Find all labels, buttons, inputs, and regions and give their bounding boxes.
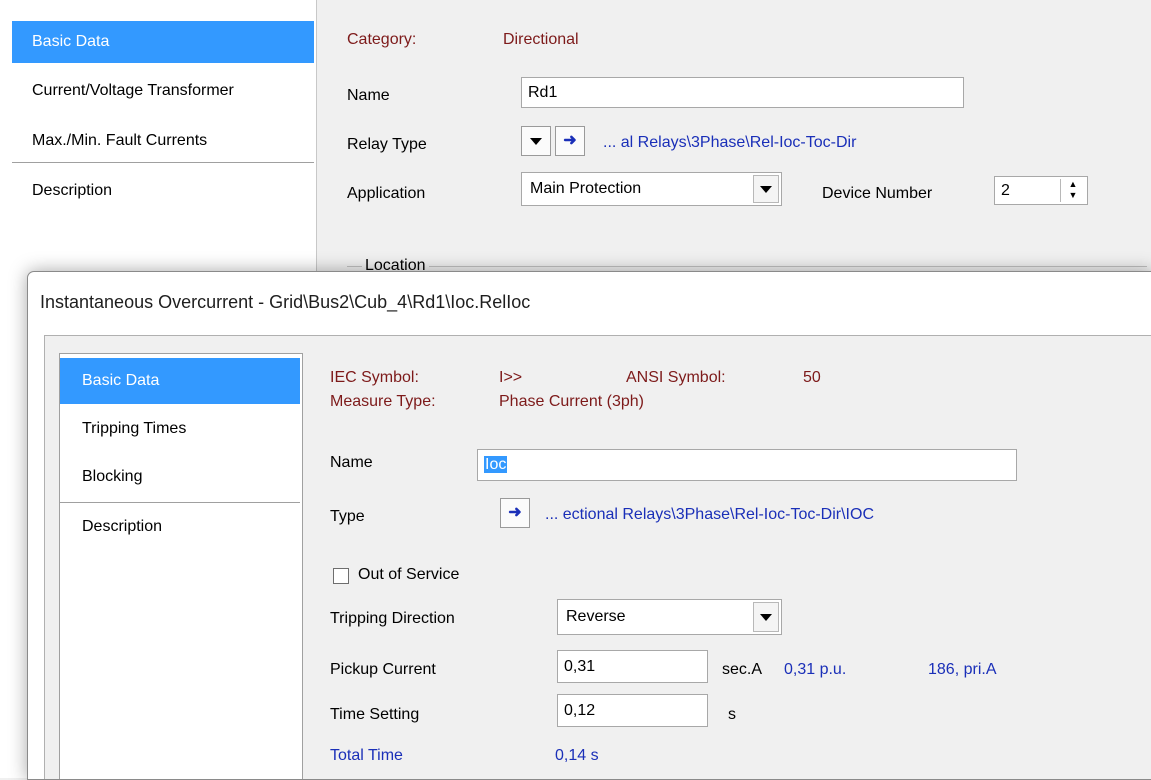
name-label: Name — [347, 87, 390, 104]
iec-symbol-value: I>> — [499, 369, 523, 386]
time-setting-label: Time Setting — [330, 706, 420, 723]
spinner-arrows-icon[interactable]: ▲ ▼ — [1060, 179, 1085, 202]
tripping-direction-value: Reverse — [566, 608, 626, 625]
triangle-down-icon — [530, 137, 542, 145]
type-label: Type — [330, 508, 365, 525]
relay-type-label: Relay Type — [347, 136, 427, 153]
application-dropdown[interactable]: Main Protection — [521, 172, 782, 206]
time-setting-unit: s — [728, 706, 736, 723]
measure-type-value: Phase Current (3ph) — [499, 393, 644, 410]
dialog-sidebar-item-tripping-times[interactable]: Tripping Times — [60, 406, 300, 452]
arrow-right-icon: ➜ — [563, 132, 577, 149]
relay-type-jump-button[interactable]: ➜ — [555, 126, 585, 156]
type-jump-button[interactable]: ➜ — [500, 498, 530, 528]
application-value: Main Protection — [530, 180, 642, 197]
pickup-current-field[interactable]: 0,31 — [557, 650, 708, 683]
ansi-symbol-value: 50 — [803, 369, 821, 386]
measure-type-label: Measure Type: — [330, 393, 436, 410]
dialog-name-value: Ioc — [484, 456, 508, 473]
device-number-value: 2 — [1001, 182, 1010, 199]
out-of-service-checkbox[interactable] — [333, 568, 349, 584]
sidebar-item-ct-vt[interactable]: Current/Voltage Transformer — [12, 70, 314, 112]
category-value: Directional — [503, 31, 579, 48]
application-label: Application — [347, 185, 426, 202]
pickup-current-label: Pickup Current — [330, 661, 436, 678]
location-group-border — [347, 266, 1147, 267]
chevron-down-icon — [753, 175, 779, 203]
tripping-direction-label: Tripping Direction — [330, 610, 455, 627]
category-label: Category: — [347, 31, 417, 48]
dialog-sidebar: Basic Data Tripping Times Blocking Descr… — [59, 353, 303, 779]
total-time-label: Total Time — [330, 747, 403, 764]
tripping-direction-dropdown[interactable]: Reverse — [557, 599, 782, 635]
ioc-dialog: Instantaneous Overcurrent - Grid\Bus2\Cu… — [27, 271, 1151, 780]
out-of-service-label: Out of Service — [358, 566, 460, 583]
dialog-sidebar-separator — [60, 502, 300, 503]
relay-type-link[interactable]: ... al Relays\3Phase\Rel-Ioc-Toc-Dir — [603, 134, 856, 152]
sidebar-item-fault-currents[interactable]: Max./Min. Fault Currents — [12, 120, 314, 162]
pickup-primary: 186, pri.A — [928, 661, 997, 678]
device-number-label: Device Number — [822, 185, 933, 202]
dialog-sidebar-item-blocking[interactable]: Blocking — [60, 454, 300, 500]
dialog-sidebar-item-description[interactable]: Description — [60, 504, 300, 550]
device-number-spinner[interactable]: 2 ▲ ▼ — [994, 176, 1088, 205]
total-time-value: 0,14 s — [555, 747, 599, 764]
sidebar-separator — [12, 162, 314, 163]
ansi-symbol-label: ANSI Symbol: — [626, 369, 726, 386]
iec-symbol-label: IEC Symbol: — [330, 369, 419, 386]
relay-type-select-button[interactable] — [521, 126, 551, 156]
sidebar-item-basic-data[interactable]: Basic Data — [12, 21, 314, 63]
pickup-unit: sec.A — [722, 661, 763, 678]
dialog-name-field[interactable]: Ioc — [477, 449, 1017, 481]
dialog-body: Basic Data Tripping Times Blocking Descr… — [44, 335, 1151, 779]
sidebar-item-description[interactable]: Description — [12, 170, 314, 212]
dialog-title: Instantaneous Overcurrent - Grid\Bus2\Cu… — [40, 292, 531, 312]
dialog-name-label: Name — [330, 454, 373, 471]
name-field[interactable]: Rd1 — [521, 77, 964, 108]
chevron-down-icon — [753, 602, 779, 632]
arrow-right-icon: ➜ — [508, 504, 522, 521]
dialog-sidebar-item-basic-data[interactable]: Basic Data — [60, 358, 300, 404]
time-setting-field[interactable]: 0,12 — [557, 694, 708, 727]
pickup-pu: 0,31 p.u. — [784, 661, 847, 678]
type-link[interactable]: ... ectional Relays\3Phase\Rel-Ioc-Toc-D… — [545, 506, 874, 524]
